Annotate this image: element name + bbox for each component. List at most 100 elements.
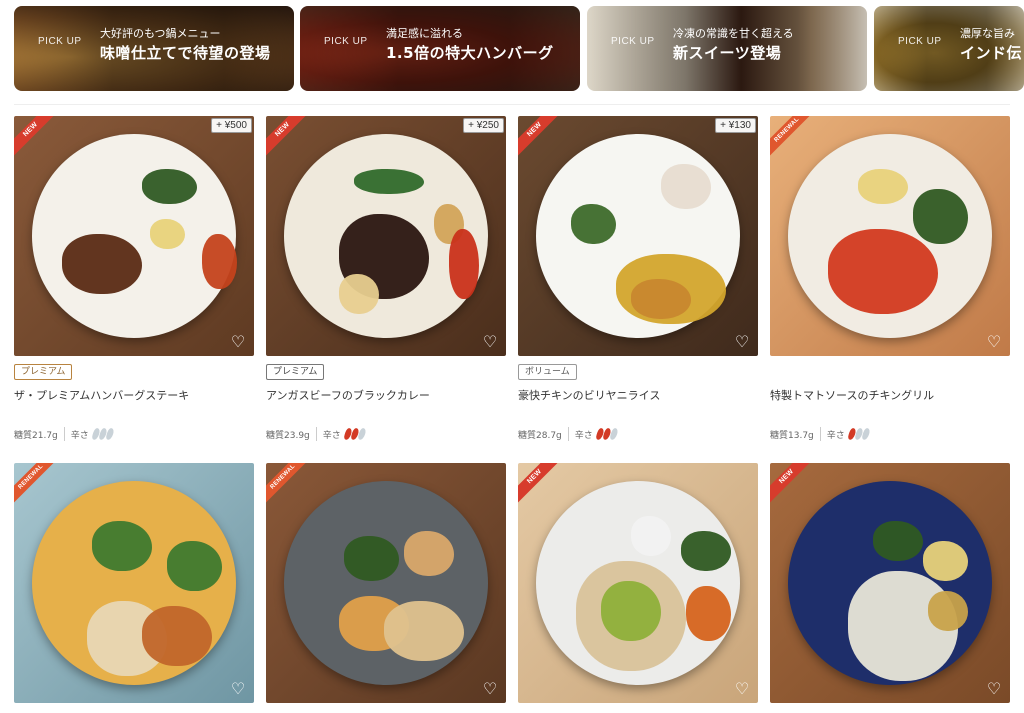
price-surcharge-tag: + ¥130 [715, 118, 756, 133]
food-item [661, 164, 711, 209]
food-item [631, 516, 671, 556]
food-item [354, 169, 424, 194]
heart-outline-icon[interactable]: ♡ [482, 681, 498, 697]
pickup-carousel: PICK UP 大好評のもつ鍋メニュー 味噌仕立てで待望の登場 PICK UP … [14, 0, 1024, 95]
spicy-label: 辛さ [70, 430, 89, 441]
food-item [404, 531, 454, 576]
meta-separator [315, 427, 317, 441]
spicy-label: 辛さ [826, 430, 845, 441]
product-card[interactable]: NEW ♡ [770, 463, 1010, 708]
carbs-value: 糖質13.7g [770, 430, 814, 441]
pickup-banner-2[interactable]: PICK UP 満足感に溢れる 1.5倍の特大ハンバーグ [300, 6, 580, 91]
product-photo[interactable]: RENEWAL ♡ [266, 463, 506, 703]
food-item [631, 279, 691, 319]
carbs-value: 糖質28.7g [518, 430, 562, 441]
food-item [449, 229, 479, 299]
pickup-banner-1[interactable]: PICK UP 大好評のもつ鍋メニュー 味噌仕立てで待望の登場 [14, 6, 294, 91]
product-meta: 糖質21.7g 辛さ [14, 427, 115, 441]
food-item [686, 586, 731, 641]
food-item [913, 189, 968, 244]
pickup-banner-4[interactable]: PICK UP 濃厚な旨み インド伝 [874, 6, 1024, 91]
heart-outline-icon[interactable]: ♡ [482, 334, 498, 350]
carbs-value: 糖質23.9g [266, 430, 310, 441]
product-meta: 糖質28.7g 辛さ [518, 427, 619, 441]
meta-separator [63, 427, 65, 441]
banner-title: 味噌仕立てで待望の登場 [100, 44, 271, 62]
ribbon-new: NEW [518, 116, 558, 156]
product-photo[interactable]: NEW + ¥250 ♡ [266, 116, 506, 356]
product-card[interactable]: RENEWAL ♡ [266, 463, 506, 708]
food-item [92, 521, 152, 571]
category-badge: ボリューム [518, 364, 577, 380]
product-photo[interactable]: RENEWAL ♡ [14, 463, 254, 703]
banner-subtitle: 大好評のもつ鍋メニュー [100, 27, 221, 40]
product-name[interactable]: 豪快チキンのビリヤニライス [518, 387, 758, 403]
food-item [828, 229, 938, 314]
food-item [601, 581, 661, 641]
price-surcharge-tag: + ¥250 [463, 118, 504, 133]
category-badge: プレミアム [14, 364, 73, 380]
product-card[interactable]: NEW + ¥250 ♡ プレミアムアンガスビーフのブラックカレー糖質23.9g 辛さ [266, 116, 506, 446]
product-name[interactable]: 特製トマトソースのチキングリル [770, 387, 1010, 403]
banner-title: 1.5倍の特大ハンバーグ [386, 44, 554, 62]
heart-outline-icon[interactable]: ♡ [230, 334, 246, 350]
spicy-label: 辛さ [322, 430, 341, 441]
carbs-value: 糖質21.7g [14, 430, 58, 441]
food-item [923, 541, 968, 581]
ribbon-new: NEW [266, 116, 306, 156]
heart-outline-icon[interactable]: ♡ [230, 681, 246, 697]
banner-subtitle: 濃厚な旨み [960, 27, 1015, 40]
plate [284, 481, 488, 685]
product-card[interactable]: NEW + ¥130 ♡ ボリューム豪快チキンのビリヤニライス糖質28.7g 辛さ [518, 116, 758, 446]
banner-title: 新スイーツ登場 [673, 44, 782, 62]
spicy-label: 辛さ [574, 430, 593, 441]
food-item [167, 541, 222, 591]
product-meta: 糖質13.7g 辛さ [770, 427, 871, 441]
pickup-label: PICK UP [898, 36, 942, 47]
product-name[interactable]: ザ・プレミアムハンバーグステーキ [14, 387, 254, 403]
pickup-banner-3[interactable]: PICK UP 冷凍の常識を甘く超える 新スイーツ登場 [587, 6, 867, 91]
product-photo[interactable]: RENEWAL ♡ [770, 116, 1010, 356]
heart-outline-icon[interactable]: ♡ [734, 681, 750, 697]
ribbon-new: NEW [14, 116, 54, 156]
food-item [62, 234, 142, 294]
food-item [858, 169, 908, 204]
product-photo[interactable]: NEW + ¥130 ♡ [518, 116, 758, 356]
product-photo[interactable]: NEW ♡ [518, 463, 758, 703]
food-item [339, 274, 379, 314]
food-item [202, 234, 237, 289]
heart-outline-icon[interactable]: ♡ [986, 681, 1002, 697]
banner-subtitle: 満足感に溢れる [386, 27, 463, 40]
food-item [571, 204, 616, 244]
ribbon-new: NEW [518, 463, 558, 503]
ribbon-renewal: RENEWAL [14, 463, 54, 503]
pickup-label: PICK UP [324, 36, 368, 47]
food-item [681, 531, 731, 571]
category-badge: プレミアム [266, 364, 325, 380]
section-divider [14, 104, 1010, 105]
food-item [142, 606, 212, 666]
food-item [384, 601, 464, 661]
banner-subtitle: 冷凍の常識を甘く超える [673, 27, 794, 40]
product-meta: 糖質23.9g 辛さ [266, 427, 367, 441]
meta-separator [819, 427, 821, 441]
product-card[interactable]: RENEWAL ♡ [14, 463, 254, 708]
banner-title: インド伝 [960, 44, 1023, 62]
food-item [150, 219, 185, 249]
product-card[interactable]: NEW ♡ [518, 463, 758, 708]
product-card[interactable]: NEW + ¥500 ♡ プレミアムザ・プレミアムハンバーグステーキ糖質21.7g 辛さ [14, 116, 254, 446]
price-surcharge-tag: + ¥500 [211, 118, 252, 133]
meta-separator [567, 427, 569, 441]
food-item [873, 521, 923, 561]
heart-outline-icon[interactable]: ♡ [734, 334, 750, 350]
pickup-label: PICK UP [611, 36, 655, 47]
product-card[interactable]: RENEWAL ♡ 特製トマトソースのチキングリル糖質13.7g 辛さ [770, 116, 1010, 446]
food-item [344, 536, 399, 581]
heart-outline-icon[interactable]: ♡ [986, 334, 1002, 350]
ribbon-new: NEW [770, 463, 810, 503]
product-name[interactable]: アンガスビーフのブラックカレー [266, 387, 506, 403]
product-photo[interactable]: NEW ♡ [770, 463, 1010, 703]
ribbon-renewal: RENEWAL [266, 463, 306, 503]
ribbon-renewal: RENEWAL [770, 116, 810, 156]
product-photo[interactable]: NEW + ¥500 ♡ [14, 116, 254, 356]
